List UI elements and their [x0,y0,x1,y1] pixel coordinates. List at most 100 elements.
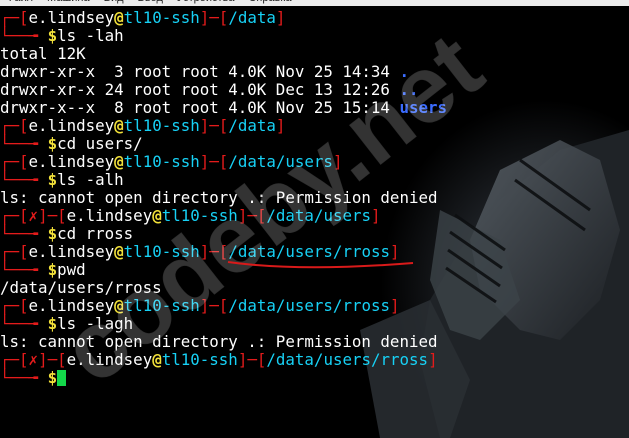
prompt-host: tl10-ssh [161,350,238,369]
bracket: [ [19,242,29,261]
terminal-line: /data/users/rross [0,279,629,297]
prompt-at: @ [152,206,162,225]
terminal-line: └──╼ $ls -lagh [0,315,629,333]
bracket: ] [38,350,48,369]
dollar-sign: $ [47,134,58,153]
prompt-corner: └──╼ [0,170,48,189]
bracket: ] [237,350,248,369]
text-cursor[interactable] [57,370,67,386]
bracket: [ [19,350,29,369]
prompt-corner: └──╼ [0,260,48,279]
directory-name: users [399,98,448,117]
prompt-at: @ [114,116,124,135]
bracket: [ [256,206,267,225]
bracket: ] [199,8,210,27]
prompt-path: /data/users [266,206,371,225]
prompt-corner: └──╼ [0,224,48,243]
prompt-user: e.lindsey [28,8,115,27]
terminal-line: drwxr-x--x 8 root root 4.0K Nov 25 15:14… [0,99,629,117]
bracket: [ [218,242,229,261]
bracket: [ [218,8,229,27]
dollar-sign: $ [47,170,58,189]
prompt-at: @ [114,8,124,27]
prompt-corner: └──╼ [0,26,48,45]
prompt-path: /data/users/rross [266,350,429,369]
prompt-user: e.lindsey [28,116,115,135]
fail-mark-icon: ✗ [28,350,39,369]
command-text[interactable]: ls -lagh [57,314,133,333]
command-text[interactable]: cd users/ [57,134,143,153]
bracket: ] [237,206,248,225]
terminal-line: drwxr-xr-x 24 root root 4.0K Dec 13 12:2… [0,81,629,99]
prompt-corner: └──╼ [0,368,48,387]
bracket: ] [199,116,210,135]
prompt-corner: ┌─ [0,296,20,315]
terminal-line: ┌─[e.lindsey@tl10-ssh]─[/data] [0,9,629,27]
prompt-path: /data [228,116,276,135]
prompt-path: /data/users/rross [228,296,390,315]
prompt-host: tl10-ssh [123,296,200,315]
terminal-line: └──╼ $cd rross [0,225,629,243]
terminal-line: total 12K [0,45,629,63]
prompt-at: @ [114,296,124,315]
prompt-at: @ [152,350,162,369]
bracket: [ [218,116,229,135]
terminal-line: ┌─[e.lindsey@tl10-ssh]─[/data/users] [0,153,629,171]
prompt-dash: ─ [209,116,219,135]
bracket: [ [19,206,29,225]
prompt-at: @ [114,242,124,261]
dollar-sign: $ [47,26,58,45]
prompt-dash: ─ [209,152,219,171]
command-text[interactable]: pwd [57,260,86,279]
terminal-line: └──╼ $cd users/ [0,135,629,153]
bracket: [ [256,350,267,369]
terminal-output[interactable]: ┌─[e.lindsey@tl10-ssh]─[/data] └──╼ $ls -… [0,9,629,387]
directory-name: . [399,62,409,81]
bracket: [ [19,116,29,135]
command-text[interactable]: ls -alh [57,170,124,189]
bracket: ] [428,350,438,369]
terminal-line: ┌─[e.lindsey@tl10-ssh]─[/data/users/rros… [0,297,629,315]
bracket: ] [199,296,210,315]
prompt-user: e.lindsey [28,296,115,315]
dollar-sign: $ [47,368,58,387]
dollar-sign: $ [47,314,58,333]
prompt-user: e.lindsey [28,152,115,171]
prompt-corner: ┌─ [0,242,20,261]
terminal-line: └──╼ $ls -alh [0,171,629,189]
bracket: [ [57,350,67,369]
prompt-corner: ┌─ [0,350,20,369]
prompt-corner: └──╼ [0,134,48,153]
command-text[interactable]: cd rross [57,224,133,243]
listing-text: drwxr-xr-x 24 root root 4.0K Dec 13 12:2… [0,80,400,99]
listing-text: drwxr-xr-x 3 root root 4.0K Nov 25 14:34 [0,62,400,81]
prompt-corner: ┌─ [0,116,20,135]
bracket: [ [19,8,29,27]
prompt-user: e.lindsey [66,206,153,225]
bracket: ] [390,242,400,261]
bracket: [ [19,296,29,315]
prompt-path: /data [228,8,276,27]
dollar-sign: $ [47,260,58,279]
fail-mark-icon: ✗ [28,206,39,225]
bracket: ] [38,206,48,225]
terminal-line: ┌─[✗]─[e.lindsey@tl10-ssh]─[/data/users] [0,207,629,225]
prompt-host: tl10-ssh [123,116,200,135]
terminal-line: drwxr-xr-x 3 root root 4.0K Nov 25 14:34… [0,63,629,81]
listing-text: drwxr-x--x 8 root root 4.0K Nov 25 15:14 [0,98,400,117]
prompt-at: @ [114,152,124,171]
terminal-line: └──╼ $pwd [0,261,629,279]
prompt-path: /data/users/rross [228,242,390,261]
command-text[interactable]: ls -lah [57,26,124,45]
terminal-line: ┌─[✗]─[e.lindsey@tl10-ssh]─[/data/users/… [0,351,629,369]
prompt-host: tl10-ssh [161,206,238,225]
bracket: [ [19,152,29,171]
prompt-corner: ┌─ [0,206,20,225]
prompt-dash: ─ [247,206,257,225]
terminal-line: ┌─[e.lindsey@tl10-ssh]─[/data] [0,117,629,135]
output-text: /data/users/rross [0,278,162,297]
prompt-dash: ─ [47,350,58,369]
prompt-dash: ─ [247,350,257,369]
terminal-line: └──╼ $ls -lah [0,27,629,45]
prompt-dash: ─ [209,242,219,261]
